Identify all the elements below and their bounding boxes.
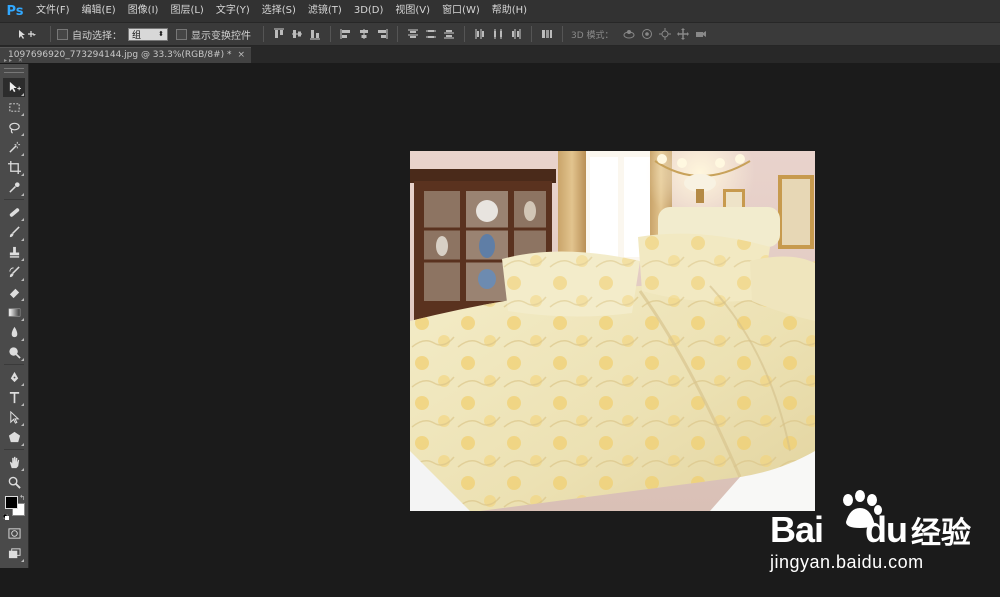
separator	[330, 26, 331, 42]
align-vcenter-icon[interactable]	[290, 27, 304, 41]
menu-layer[interactable]: 图层(L)	[164, 0, 209, 22]
baidu-logo-text: Bai du 经验	[770, 508, 971, 552]
3d-slide-icon[interactable]	[676, 27, 690, 41]
hand-tool-icon[interactable]	[3, 453, 25, 472]
separator	[4, 449, 24, 450]
eyedropper-tool-icon[interactable]	[3, 178, 25, 197]
baidu-watermark: Bai du 经验 jingyan.baidu.com	[770, 490, 980, 580]
document-tab-bar: 1097696920_773294144.jpg @ 33.3%(RGB/8#)…	[0, 46, 1000, 63]
menu-bar: Ps 文件(F) 编辑(E) 图像(I) 图层(L) 文字(Y) 选择(S) 滤…	[0, 0, 1000, 23]
screen-mode-icon[interactable]	[3, 544, 25, 563]
separator	[464, 26, 465, 42]
align-bottom-icon[interactable]	[308, 27, 322, 41]
menu-edit[interactable]: 编辑(E)	[76, 0, 122, 22]
bedroom-photo	[410, 151, 815, 511]
eraser-tool-icon[interactable]	[3, 283, 25, 302]
auto-align-icon[interactable]	[540, 27, 554, 41]
quick-mask-icon[interactable]	[3, 524, 25, 543]
crop-tool-icon[interactable]	[3, 158, 25, 177]
separator	[531, 26, 532, 42]
menu-view[interactable]: 视图(V)	[389, 0, 436, 22]
zoom-tool-icon[interactable]	[3, 473, 25, 492]
menu-type[interactable]: 文字(Y)	[210, 0, 256, 22]
separator	[562, 26, 563, 42]
menu-3d[interactable]: 3D(D)	[348, 0, 390, 22]
3d-camera-icon[interactable]	[694, 27, 708, 41]
photoshop-logo[interactable]: Ps	[0, 0, 30, 22]
magic-wand-tool-icon[interactable]	[3, 138, 25, 157]
menu-window[interactable]: 窗口(W)	[436, 0, 486, 22]
3d-mode-label: 3D 模式：	[571, 30, 614, 41]
panel-collapse-icon[interactable]: ▸▸ ✕	[4, 57, 25, 64]
baidu-url: jingyan.baidu.com	[770, 552, 924, 572]
menu-select[interactable]: 选择(S)	[256, 0, 302, 22]
healing-brush-tool-icon[interactable]	[3, 203, 25, 222]
separator	[263, 26, 264, 42]
document-tab-title: 1097696920_773294144.jpg @ 33.3%(RGB/8#)…	[8, 50, 232, 60]
shape-tool-icon[interactable]	[3, 428, 25, 447]
foreground-color-swatch[interactable]	[5, 496, 18, 509]
3d-drag-icon[interactable]	[658, 27, 672, 41]
options-bar: 自动选择： 组 ⬍ 显示变换控件 3D 模式：	[0, 23, 1000, 46]
distribute-bottom-icon[interactable]	[442, 27, 456, 41]
menu-help[interactable]: 帮助(H)	[486, 0, 533, 22]
show-transform-checkbox[interactable]	[176, 28, 187, 40]
3d-roll-icon[interactable]	[640, 27, 654, 41]
color-swatches[interactable]: ↰	[2, 494, 26, 520]
align-left-icon[interactable]	[339, 27, 353, 41]
distribute-left-icon[interactable]	[473, 27, 487, 41]
document-tab[interactable]: 1097696920_773294144.jpg @ 33.3%(RGB/8#)…	[0, 47, 252, 63]
clone-stamp-tool-icon[interactable]	[3, 243, 25, 262]
distribute-top-icon[interactable]	[406, 27, 420, 41]
marquee-tool-icon[interactable]	[3, 98, 25, 117]
align-hcenter-icon[interactable]	[357, 27, 371, 41]
baidu-brand: Bai	[770, 509, 824, 550]
baidu-brand-tail: du	[865, 509, 908, 550]
auto-select-checkbox[interactable]	[57, 28, 68, 40]
align-right-icon[interactable]	[375, 27, 389, 41]
brush-tool-icon[interactable]	[3, 223, 25, 242]
toolbox: ↰	[0, 64, 29, 568]
dodge-tool-icon[interactable]	[3, 343, 25, 362]
separator	[4, 199, 24, 200]
baidu-brand-cn: 经验	[911, 517, 972, 550]
3d-rotate-icon[interactable]	[622, 27, 636, 41]
menu-filter[interactable]: 滤镜(T)	[302, 0, 348, 22]
toolbox-grip[interactable]	[4, 68, 24, 73]
show-transform-label: 显示变换控件	[191, 30, 251, 42]
distribute-hcenter-icon[interactable]	[491, 27, 505, 41]
swap-colors-icon[interactable]: ↰	[19, 494, 25, 502]
path-selection-tool-icon[interactable]	[3, 408, 25, 427]
move-tool-preset-icon[interactable]	[12, 27, 42, 41]
auto-select-label: 自动选择：	[72, 30, 122, 42]
blur-tool-icon[interactable]	[3, 323, 25, 342]
gradient-tool-icon[interactable]	[3, 303, 25, 322]
history-brush-tool-icon[interactable]	[3, 263, 25, 282]
pen-tool-icon[interactable]	[3, 368, 25, 387]
distribute-right-icon[interactable]	[509, 27, 523, 41]
default-colors-icon[interactable]	[3, 514, 9, 520]
chevron-updown-icon: ⬍	[158, 30, 164, 38]
document-canvas[interactable]	[410, 151, 815, 511]
lasso-tool-icon[interactable]	[3, 118, 25, 137]
close-icon[interactable]: ×	[237, 48, 245, 63]
distribute-vcenter-icon[interactable]	[424, 27, 438, 41]
separator	[4, 364, 24, 365]
auto-select-dropdown[interactable]: 组 ⬍	[128, 27, 168, 41]
type-tool-icon[interactable]	[3, 388, 25, 407]
menu-file[interactable]: 文件(F)	[30, 0, 76, 22]
separator	[50, 26, 51, 42]
move-tool-icon[interactable]	[3, 77, 25, 97]
auto-select-value: 组	[132, 30, 142, 41]
menu-image[interactable]: 图像(I)	[122, 0, 165, 22]
separator	[397, 26, 398, 42]
align-top-icon[interactable]	[272, 27, 286, 41]
